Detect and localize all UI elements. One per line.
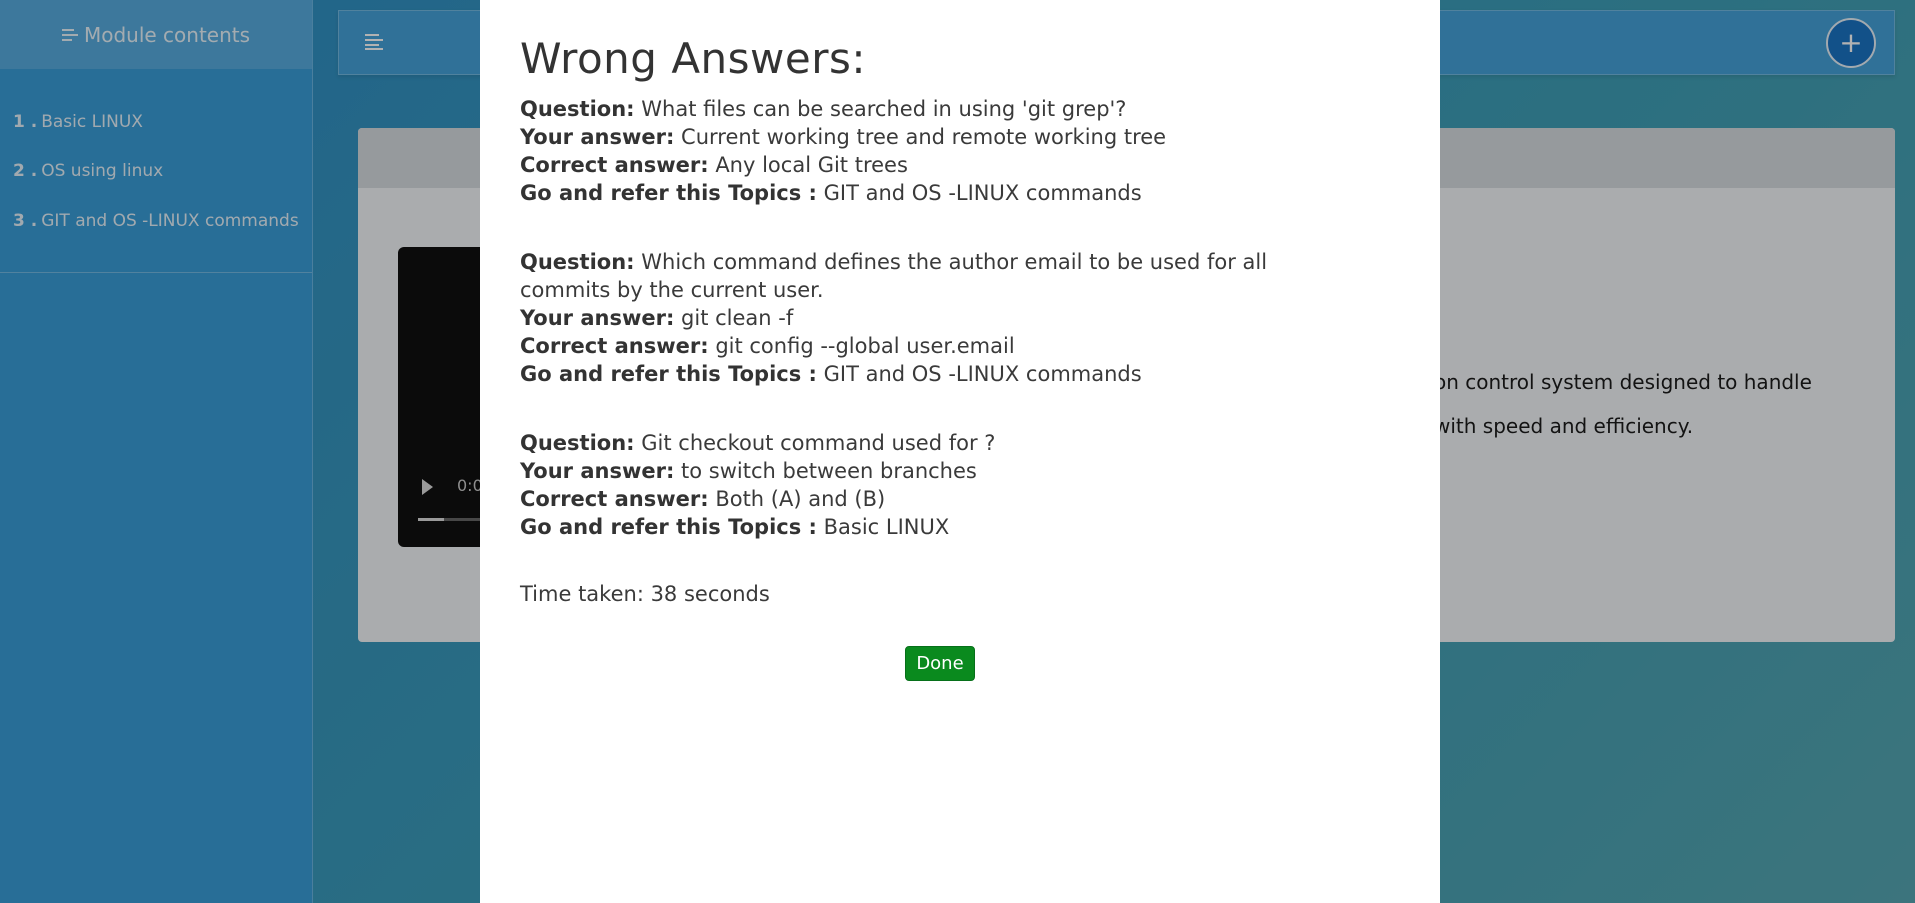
topic-line: Go and refer this Topics : GIT and OS -L… xyxy=(520,181,1142,205)
answer-item: Question: Which command defines the auth… xyxy=(520,248,1360,388)
your-answer-line: Your answer: to switch between branches xyxy=(520,459,977,483)
topic-line: Go and refer this Topics : Basic LINUX xyxy=(520,515,950,539)
correct-answer-line: Correct answer: git config --global user… xyxy=(520,334,1015,358)
your-answer-line: Your answer: Current working tree and re… xyxy=(520,125,1167,149)
question-line: Question: Which command defines the auth… xyxy=(520,250,1268,302)
modal-footer: Done xyxy=(520,646,1360,681)
topic-line: Go and refer this Topics : GIT and OS -L… xyxy=(520,362,1142,386)
time-taken: Time taken: 38 seconds xyxy=(520,582,770,606)
correct-answer-line: Correct answer: Any local Git trees xyxy=(520,153,908,177)
modal-title: Wrong Answers: xyxy=(520,34,867,83)
done-button[interactable]: Done xyxy=(905,646,975,681)
question-line: Question: What files can be searched in … xyxy=(520,97,1127,121)
answer-item: Question: What files can be searched in … xyxy=(520,95,1360,207)
answer-item: Question: Git checkout command used for … xyxy=(520,429,1360,541)
question-line: Question: Git checkout command used for … xyxy=(520,431,996,455)
answers-list: Question: What files can be searched in … xyxy=(520,95,1400,541)
wrong-answers-modal: Wrong Answers: Question: What files can … xyxy=(480,0,1440,903)
your-answer-line: Your answer: git clean -f xyxy=(520,306,794,330)
correct-answer-line: Correct answer: Both (A) and (B) xyxy=(520,487,886,511)
